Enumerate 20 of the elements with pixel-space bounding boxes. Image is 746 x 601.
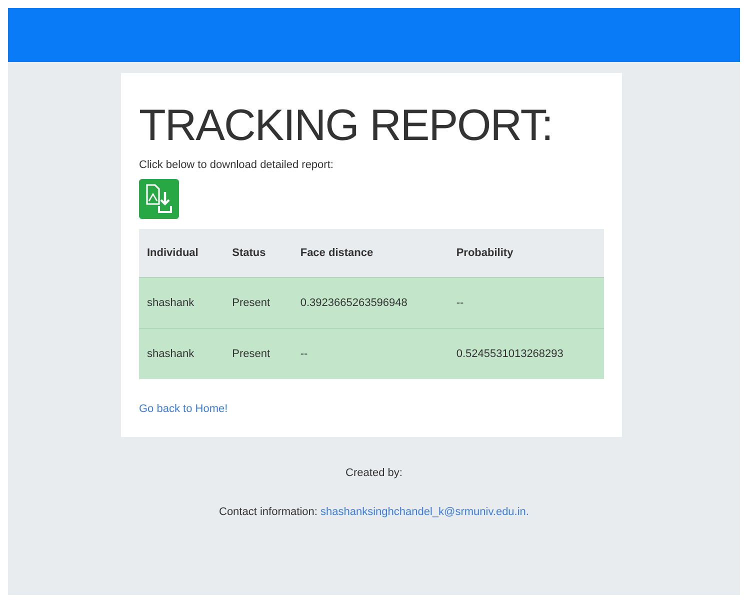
column-header: Status	[224, 229, 292, 278]
column-header: Probability	[448, 229, 604, 278]
report-title: TRACKING REPORT:	[139, 101, 554, 151]
table-cell: Present	[224, 328, 292, 379]
table-cell: shashank	[139, 278, 224, 328]
home-link[interactable]: Go back to Home!	[139, 403, 228, 415]
table-cell: 0.5245531013268293	[448, 328, 604, 379]
column-header: Face distance	[292, 229, 448, 278]
download-prompt: Click below to download detailed report:	[139, 159, 334, 171]
table-cell: --	[448, 278, 604, 328]
table-cell: --	[292, 328, 448, 379]
created-by-text: Created by:	[344, 467, 404, 479]
table-cell: Present	[224, 278, 292, 328]
contact-text: Contact information: shashanksinghchandel_k@srmuniv.edu.in.	[219, 506, 529, 518]
pdf-download-button[interactable]	[139, 179, 179, 219]
table-cell: 0.3923665263596948	[292, 278, 448, 328]
email-link[interactable]: shashanksinghchandel_k@srmuniv.edu.in.	[320, 506, 529, 518]
column-header: Individual	[139, 229, 224, 278]
table-cell: shashank	[139, 328, 224, 379]
pdf-download-icon	[146, 184, 172, 214]
